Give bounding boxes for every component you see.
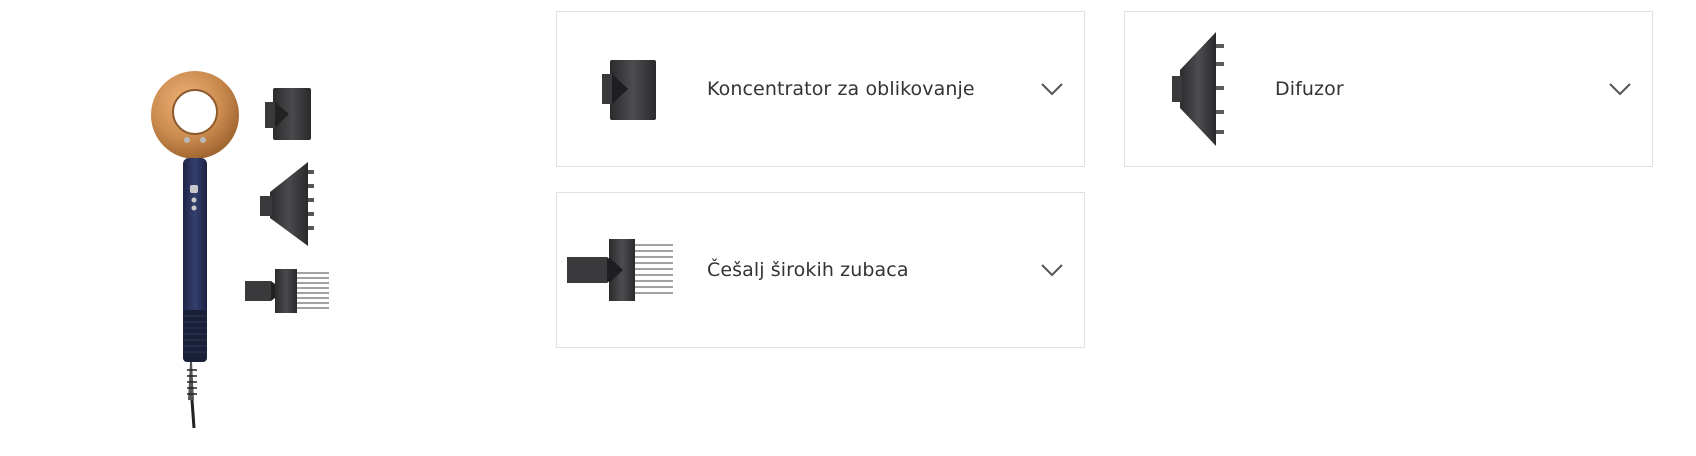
hair-dryer-with-attachments-image	[150, 70, 360, 440]
accessory-label: Difuzor	[1275, 78, 1344, 100]
accessory-card-wide-tooth-comb[interactable]: Češalj širokih zubaca	[556, 192, 1085, 348]
wide-tooth-comb-image	[565, 193, 677, 347]
accessory-card-diffuser[interactable]: Difuzor	[1124, 11, 1653, 167]
styling-concentrator-image	[587, 12, 677, 166]
chevron-down-icon[interactable]	[1608, 82, 1632, 96]
diffuser-image	[1155, 12, 1245, 166]
chevron-down-icon[interactable]	[1040, 263, 1064, 277]
chevron-down-icon[interactable]	[1040, 82, 1064, 96]
accessory-label: Koncentrator za oblikovanje	[707, 78, 975, 100]
accessories-section: Koncentrator za oblikovanje Difuzor Češa…	[0, 0, 1696, 456]
accessory-card-concentrator[interactable]: Koncentrator za oblikovanje	[556, 11, 1085, 167]
accessory-label: Češalj širokih zubaca	[707, 259, 909, 281]
